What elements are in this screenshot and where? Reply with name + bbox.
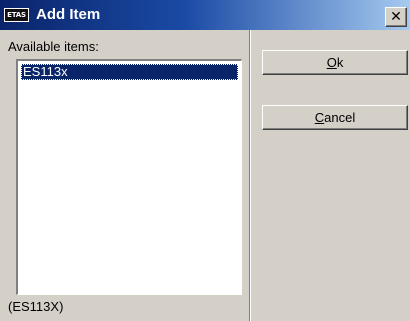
list-item[interactable]: ES113x <box>21 64 238 80</box>
divider <box>249 30 251 321</box>
available-items-label: Available items: <box>8 39 99 54</box>
app-icon: ETAS <box>4 8 29 22</box>
selected-item-status: (ES113X) <box>8 299 64 314</box>
window-title: Add Item <box>36 6 101 23</box>
close-icon: ✕ <box>390 9 402 25</box>
ok-button[interactable]: Ok <box>262 50 408 75</box>
close-button[interactable]: ✕ <box>385 7 407 27</box>
cancel-button[interactable]: Cancel <box>262 105 408 130</box>
available-items-list[interactable]: ES113x <box>16 59 242 295</box>
ok-button-mnemonic: O <box>326 55 337 70</box>
title-bar: ETAS Add Item ✕ <box>0 0 410 30</box>
ok-button-label: k <box>336 55 344 70</box>
cancel-button-mnemonic: C <box>314 110 325 125</box>
cancel-button-label: ancel <box>324 110 356 125</box>
